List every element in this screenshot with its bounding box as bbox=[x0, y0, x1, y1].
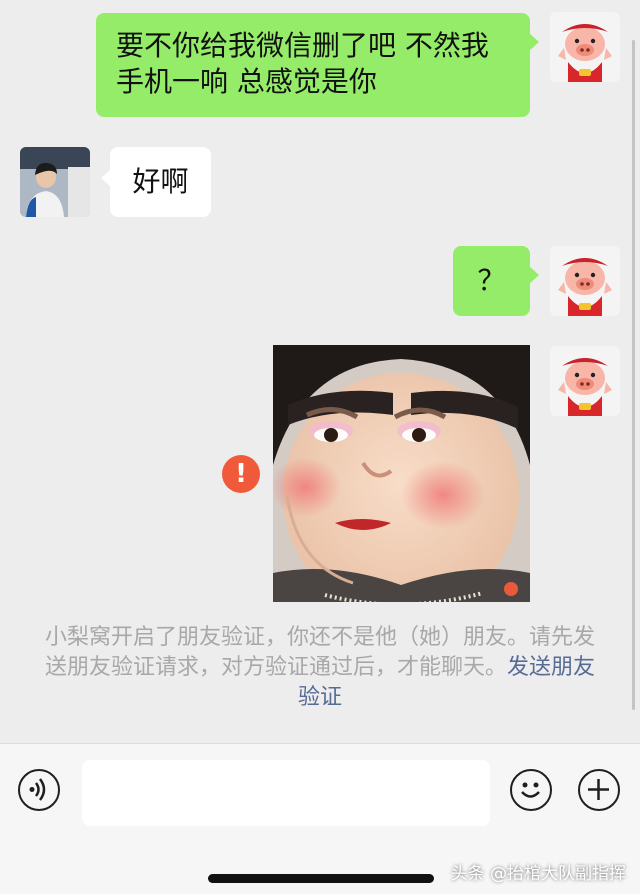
pig-avatar-icon bbox=[550, 12, 620, 82]
message-text: 好啊 bbox=[132, 165, 189, 198]
child-face-photo bbox=[273, 345, 530, 602]
friend-avatar[interactable] bbox=[20, 147, 90, 217]
home-indicator[interactable] bbox=[208, 874, 434, 883]
friend-verification-notice: 小梨窝开启了朋友验证，你还不是他（她）朋友。请先发送朋友验证请求，对方验证通过后… bbox=[40, 623, 600, 713]
emoji-button[interactable] bbox=[510, 769, 552, 811]
scrollbar[interactable] bbox=[632, 40, 635, 710]
plus-icon bbox=[588, 779, 609, 800]
received-message-bubble[interactable]: 好啊 bbox=[101, 147, 211, 217]
emoji-icon bbox=[521, 782, 540, 798]
watermark: 头条 @抬棺大队副指挥 bbox=[450, 864, 626, 884]
send-failed-icon[interactable]: ! bbox=[222, 455, 260, 493]
pig-avatar-icon bbox=[550, 346, 620, 416]
sent-message-bubble[interactable]: 要不你给我微信删了吧 不然我手机一响 总感觉是你 bbox=[96, 13, 539, 117]
my-avatar[interactable] bbox=[550, 346, 620, 416]
message-text: ？ bbox=[477, 264, 506, 297]
more-button[interactable] bbox=[578, 769, 620, 811]
sent-image-message[interactable] bbox=[273, 345, 530, 602]
sent-message-bubble[interactable]: ？ bbox=[453, 246, 539, 316]
message-input[interactable] bbox=[82, 760, 490, 826]
chat-screen: 要不你给我微信删了吧 不然我手机一响 总感觉是你 好啊 ？ ! 小梨窝开启了朋友… bbox=[0, 0, 640, 894]
voice-icon bbox=[29, 778, 46, 801]
my-avatar[interactable] bbox=[550, 246, 620, 316]
my-avatar[interactable] bbox=[550, 12, 620, 82]
voice-button[interactable] bbox=[18, 769, 60, 811]
person-avatar-icon bbox=[20, 147, 90, 217]
message-text: 要不你给我微信删了吧 不然我手机一响 总感觉是你 bbox=[116, 29, 489, 98]
pig-avatar-icon bbox=[550, 246, 620, 316]
